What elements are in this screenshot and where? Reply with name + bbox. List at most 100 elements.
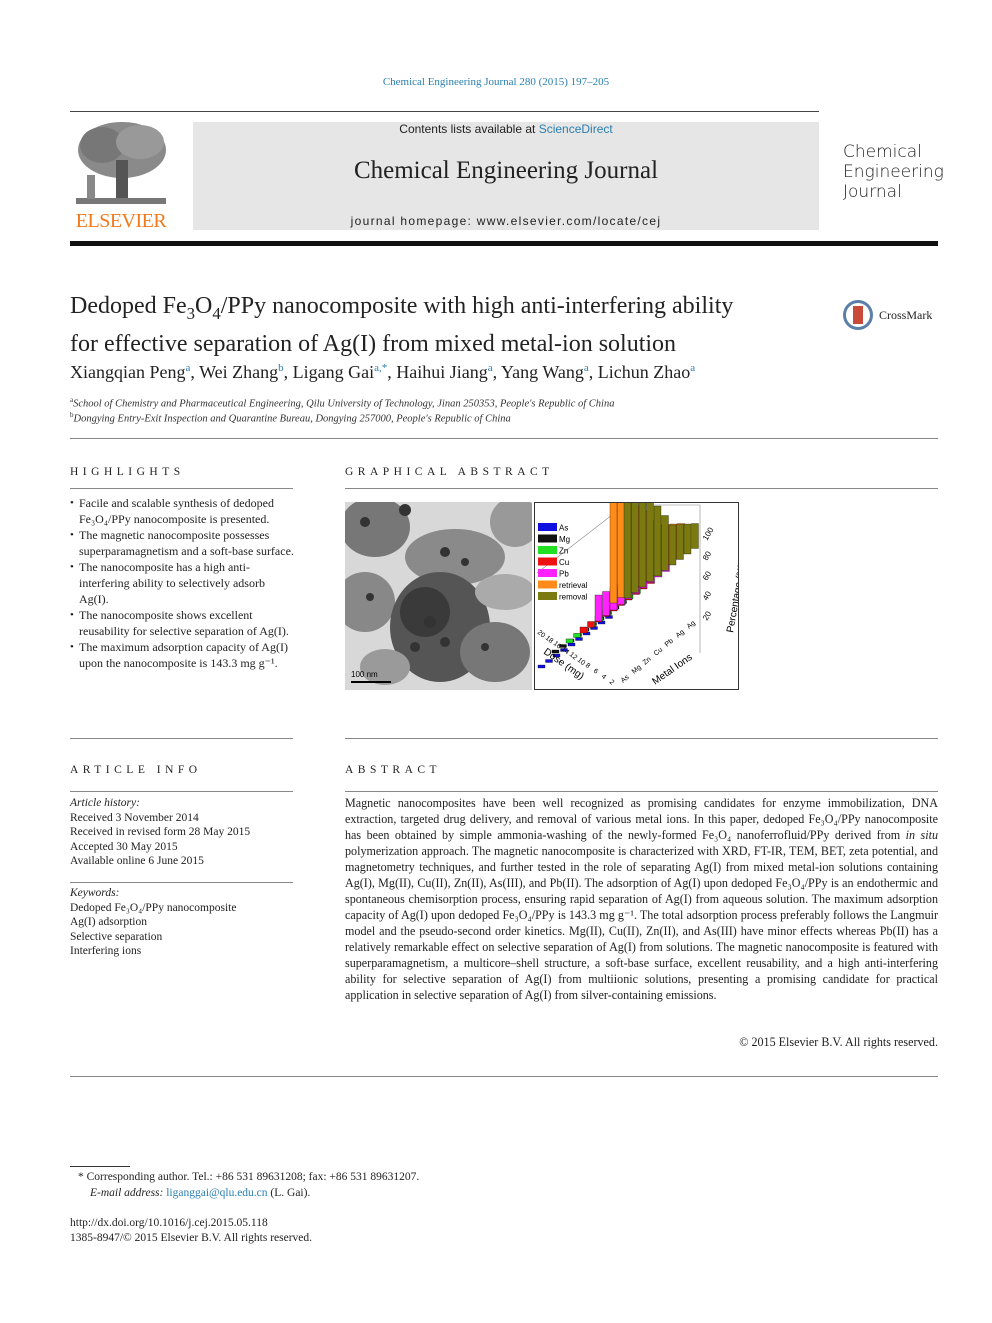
chart-bar (653, 505, 662, 577)
affiliation-b: bDongying Entry-Exit Inspection and Quar… (70, 411, 511, 425)
tem-image[interactable]: 100 nm (345, 502, 532, 690)
dose-tick-label: 2 (608, 679, 616, 687)
author[interactable]: Ligang Gaia,* (293, 362, 388, 382)
highlight-item: Facile and scalable synthesis of dedoped… (70, 495, 295, 527)
legend-swatch (538, 580, 557, 589)
crossmark-button[interactable]: CrossMark (843, 297, 943, 333)
journal-title: Chemical Engineering Journal (353, 157, 659, 184)
z-tick-label: 80 (701, 549, 714, 562)
dose-tick-label: 4 (600, 673, 608, 681)
author[interactable]: Xiangqian Penga (70, 362, 190, 382)
chart-bar (565, 638, 574, 644)
z-axis-label: Percentage (%) (725, 563, 738, 633)
chart-bar (668, 524, 677, 566)
journal-banner: Contents lists available at ScienceDirec… (193, 122, 819, 230)
ion-tick-label: Ag (686, 620, 697, 631)
chart-bar (631, 492, 639, 593)
legend-swatch (538, 592, 557, 600)
affiliation-a: aSchool of Chemistry and Pharmaceutical … (70, 396, 615, 410)
chart-bar (691, 523, 699, 549)
divider (70, 438, 938, 439)
history-item: Available online 6 June 2015 (70, 855, 204, 867)
z-tick-label: 20 (701, 609, 714, 622)
elsevier-wordmark: ELSEVIER (75, 210, 167, 232)
abstract-copyright: © 2015 Elsevier B.V. All rights reserved… (739, 1035, 938, 1049)
journal-homepage[interactable]: journal homepage: www.elsevier.com/locat… (193, 214, 819, 228)
chart-bar (602, 591, 610, 616)
abstract-heading: ABSTRACT (345, 764, 442, 776)
ion-tick-label: Mg (631, 664, 643, 676)
chart-bar (537, 664, 546, 669)
chart-bar (683, 523, 692, 555)
issn-line: 1385-8947/© 2015 Elsevier B.V. All right… (70, 1232, 313, 1244)
chart-bar (623, 492, 632, 599)
author[interactable]: Lichun Zhaoa (598, 362, 695, 382)
highlight-item: The nanocomposite shows excellent reusab… (70, 607, 295, 639)
legend-swatch (538, 569, 557, 577)
legend-label: As (559, 524, 568, 533)
divider (70, 1076, 938, 1077)
highlight-item: The nanocomposite has a high anti-interf… (70, 559, 295, 607)
dose-tick-label: 6 (592, 668, 600, 676)
header-thick-rule (70, 241, 938, 246)
legend-swatch (538, 523, 557, 531)
ion-tick-label: Ag (675, 629, 686, 640)
author[interactable]: Yang Wanga (501, 362, 589, 382)
corresponding-author: * Corresponding author. Tel.: +86 531 89… (78, 1171, 420, 1183)
legend-label: Mg (559, 535, 570, 544)
divider (70, 738, 293, 739)
footnote-rule (70, 1166, 130, 1167)
contents-line: Contents lists available at ScienceDirec… (399, 122, 613, 136)
chart-bar (676, 524, 684, 560)
elsevier-logo[interactable]: ELSEVIER (70, 120, 172, 232)
legend-swatch (538, 557, 557, 566)
abstract-text: Magnetic nanocomposites have been well r… (345, 796, 939, 1002)
highlight-item: The maximum adsorption capacity of Ag(I)… (70, 639, 295, 671)
divider (345, 791, 938, 792)
keyword: Interfering ions (70, 945, 142, 957)
graphical-abstract-heading: GRAPHICAL ABSTRACT (345, 466, 554, 478)
z-tick-label: 60 (701, 569, 714, 582)
chart-bar (646, 496, 654, 582)
dose-tick-label: 8 (584, 662, 592, 670)
crossmark-label: CrossMark (879, 307, 933, 322)
history-item: Received 3 November 2014 (70, 811, 199, 824)
divider (70, 882, 293, 883)
chart-bar (573, 633, 581, 638)
article-info-heading: ARTICLE INFO (70, 764, 202, 776)
divider (70, 488, 293, 489)
history-item: Received in revised form 28 May 2015 (70, 826, 251, 838)
sciencedirect-link[interactable]: ScienceDirect (539, 122, 613, 136)
history-item: Accepted 30 May 2015 (70, 840, 178, 853)
3d-bar-chart[interactable]: As Mg Zn Cu Pb retrieval removal 20 40 60 80 100 Per… (534, 491, 748, 690)
highlights-list: Facile and scalable synthesis of dedoped… (70, 495, 295, 671)
journal-cover-title[interactable]: Chemical Engineering Journal (843, 142, 944, 202)
chart-bar (579, 626, 588, 634)
email-link[interactable]: liganggai@qlu.edu.cn (166, 1187, 267, 1199)
doi-link[interactable]: http://dx.doi.org/10.1016/j.cej.2015.05.… (70, 1216, 268, 1232)
legend-label: Cu (559, 558, 569, 567)
chart-bar (587, 621, 595, 628)
highlights-heading: HIGHLIGHTS (70, 466, 185, 478)
legend-label: retrieval (559, 581, 588, 590)
chart-bar (575, 637, 583, 641)
keyword: Selective separation (70, 930, 163, 943)
keyword: Ag(I) adsorption (70, 916, 147, 928)
ion-tick-label: Zn (642, 656, 653, 667)
journal-citation[interactable]: Chemical Engineering Journal 280 (2015) … (0, 76, 992, 88)
author[interactable]: Wei Zhangb (199, 362, 284, 382)
divider (345, 488, 938, 489)
chart-bar (617, 497, 625, 598)
tem-micrograph (345, 502, 532, 690)
divider (345, 738, 938, 739)
chart-bar (638, 491, 647, 588)
legend-label: removal (559, 593, 588, 602)
divider (70, 791, 293, 792)
chart-canvas: AsMgZnCuPbretrievalremoval20406080100Per… (536, 491, 748, 687)
keyword: Dedoped Fe₃O₄/PPy nanocomposite (70, 901, 237, 914)
ion-tick-label: As (620, 674, 631, 685)
keywords: Keywords: Dedoped Fe₃O₄/PPy nanocomposit… (70, 887, 237, 957)
author[interactable]: Haihui Jianga (396, 362, 492, 382)
chart-bar (567, 642, 576, 647)
legend-label: Pb (559, 570, 569, 579)
